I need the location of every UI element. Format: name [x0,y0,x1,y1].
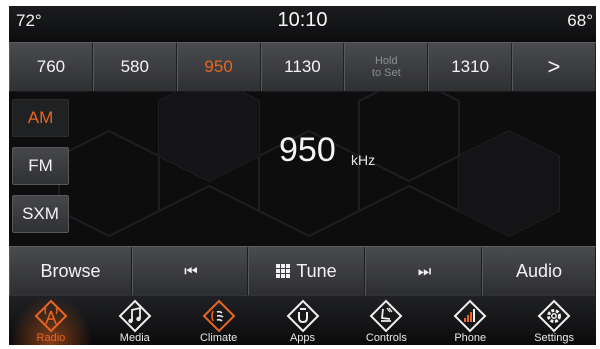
previous-track-icon: ⏮ [184,262,197,280]
to-set-label: to Set [371,67,401,79]
next-track-icon: ⏭ [417,262,431,280]
sxm-band-button[interactable]: SXM [12,195,69,233]
phone-signal-icon [453,299,487,333]
browse-button[interactable]: Browse [9,247,132,295]
nav-climate[interactable]: Climate [177,296,261,345]
nav-climate-label: Climate [199,332,238,344]
frequency-display: 950 [279,131,336,169]
tune-button[interactable]: Tune [248,247,365,295]
nav-controls[interactable]: Controls [344,296,428,345]
seat-controls-icon [369,299,403,333]
clock: 10:10 [277,9,328,31]
radio-screen: 72° 10:10 68° 760 580 950 1130 Hold to S… [9,6,596,345]
next-presets-button[interactable]: > [512,43,596,91]
nav-phone-label: Phone [454,332,487,344]
climate-icon [202,299,236,333]
preset-4-button[interactable]: 1130 [260,43,345,91]
preset-2-button[interactable]: 580 [92,43,177,91]
audio-button[interactable]: Audio [482,247,596,295]
preset-1-button[interactable]: 760 [9,43,93,91]
nav-radio-label: Radio [36,332,66,344]
nav-controls-label: Controls [365,332,407,344]
tune-label: Tune [296,260,337,281]
passenger-temperature[interactable]: 68° [567,11,593,31]
chevron-right-icon: > [547,54,561,79]
nav-phone[interactable]: Phone [428,296,512,345]
hold-label: Hold [374,55,398,67]
status-bar: 72° 10:10 68° [9,6,596,37]
nav-media-label: Media [119,332,150,344]
apps-icon [286,299,319,333]
nav-media[interactable]: Media [93,296,177,345]
fm-band-button[interactable]: FM [12,147,69,185]
bottom-navigation: Radio Media Climate Apps Controls Phone … [9,295,596,345]
radio-tower-icon [34,299,68,333]
preset-3-button[interactable]: 950 [176,43,261,91]
am-band-button[interactable]: AM [12,99,69,137]
keypad-icon [276,264,291,278]
preset-5-hold-to-set-button[interactable]: Hold to Set [344,43,429,91]
nav-settings-label: Settings [534,332,574,344]
preset-6-button[interactable]: 1310 [428,43,513,91]
nav-radio[interactable]: Radio [9,296,93,345]
nav-settings[interactable]: Settings [512,296,596,345]
control-bar: Browse ⏮ Tune ⏭ Audio [9,246,596,295]
gear-icon [537,299,571,333]
frequency-unit: kHz [351,152,376,168]
nav-apps[interactable]: Apps [261,296,345,345]
music-note-icon [118,299,152,333]
nav-apps-label: Apps [289,332,316,344]
preset-bar: 760 580 950 1130 Hold to Set 1310 > [9,42,596,92]
seek-forward-button[interactable]: ⏭ [365,247,482,295]
seek-back-button[interactable]: ⏮ [132,247,248,295]
